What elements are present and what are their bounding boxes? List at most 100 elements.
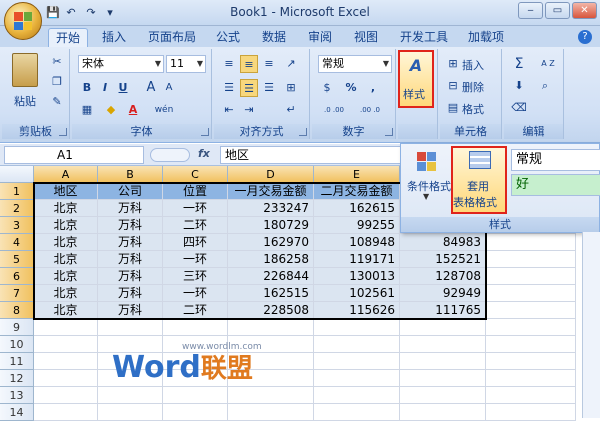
tab-formulas[interactable]: 公式 <box>210 28 246 47</box>
align-top-icon[interactable]: ≡ <box>220 55 238 73</box>
empty-cell[interactable] <box>400 370 486 387</box>
empty-cell[interactable] <box>314 387 400 404</box>
empty-cell[interactable] <box>34 336 98 353</box>
empty-cell[interactable] <box>314 319 400 336</box>
table-cell[interactable]: 119171 <box>314 251 400 268</box>
borders-icon[interactable]: ▦ <box>78 101 96 119</box>
fill-down-icon[interactable]: ⬇ <box>510 77 528 95</box>
row-header[interactable]: 12 <box>0 370 34 387</box>
row-header[interactable]: 6 <box>0 268 34 285</box>
empty-cell[interactable] <box>314 370 400 387</box>
comma-button[interactable]: , <box>364 79 382 97</box>
empty-cell[interactable] <box>98 404 163 421</box>
empty-cell[interactable] <box>34 319 98 336</box>
font-name-select[interactable]: 宋体 ▼ <box>78 55 164 73</box>
table-header-cell[interactable]: 位置 <box>163 183 228 200</box>
wrap-text-icon[interactable]: ↵ <box>282 101 300 119</box>
column-header[interactable]: A <box>34 166 98 183</box>
paste-icon[interactable] <box>12 53 38 87</box>
font-size-select[interactable]: 11 ▼ <box>166 55 206 73</box>
empty-cell[interactable] <box>400 353 486 370</box>
table-cell[interactable]: 226844 <box>228 268 314 285</box>
cut-icon[interactable]: ✂ <box>48 53 66 71</box>
table-cell[interactable]: 北京 <box>34 217 98 234</box>
table-cell[interactable]: 162615 <box>314 200 400 217</box>
row-header[interactable]: 2 <box>0 200 34 217</box>
empty-cell[interactable] <box>314 353 400 370</box>
table-cell[interactable]: 233247 <box>228 200 314 217</box>
percent-button[interactable]: % <box>342 79 360 97</box>
tab-home[interactable]: 开始 <box>48 28 88 47</box>
empty-cell[interactable] <box>400 319 486 336</box>
bold-button[interactable]: B <box>78 79 96 97</box>
table-cell[interactable]: 三环 <box>163 268 228 285</box>
table-header-cell[interactable]: 二月交易金额 <box>314 183 400 200</box>
empty-cell[interactable] <box>486 404 576 421</box>
orientation-icon[interactable]: ↗ <box>282 55 300 73</box>
increase-indent-icon[interactable]: ⇥ <box>240 101 258 119</box>
format-painter-icon[interactable]: ✎ <box>48 93 66 111</box>
align-bottom-icon[interactable]: ≡ <box>260 55 278 73</box>
office-button[interactable] <box>4 2 42 40</box>
tab-view[interactable]: 视图 <box>348 28 384 47</box>
vertical-scrollbar[interactable] <box>582 232 600 418</box>
empty-cell[interactable] <box>228 387 314 404</box>
table-cell[interactable]: 180729 <box>228 217 314 234</box>
font-color-icon[interactable]: A <box>124 101 142 119</box>
copy-icon[interactable]: ❐ <box>48 73 66 91</box>
empty-cell[interactable] <box>98 387 163 404</box>
formula-bar-splitter[interactable] <box>150 148 190 162</box>
phonetic-icon[interactable]: wén <box>152 101 176 119</box>
empty-cell[interactable] <box>486 234 576 251</box>
currency-icon[interactable]: $ <box>318 79 336 97</box>
table-cell[interactable]: 128708 <box>400 268 486 285</box>
empty-cell[interactable] <box>486 302 576 319</box>
table-cell[interactable]: 二环 <box>163 302 228 319</box>
empty-cell[interactable] <box>34 404 98 421</box>
autosum-button[interactable]: Σ <box>510 55 528 73</box>
tab-review[interactable]: 审阅 <box>302 28 338 47</box>
clear-icon[interactable]: ⌫ <box>510 99 528 117</box>
align-middle-icon[interactable]: ≡ <box>240 55 258 73</box>
paste-label[interactable]: 粘贴 <box>14 93 36 109</box>
decrease-indent-icon[interactable]: ⇤ <box>220 101 238 119</box>
table-header-cell[interactable]: 公司 <box>98 183 163 200</box>
table-cell[interactable]: 152521 <box>400 251 486 268</box>
name-box[interactable]: A1 <box>4 146 144 164</box>
table-cell[interactable]: 北京 <box>34 200 98 217</box>
find-select-icon[interactable]: ⌕ <box>536 77 554 95</box>
align-center-icon[interactable]: ☰ <box>240 79 258 97</box>
number-launcher-icon[interactable] <box>385 128 393 136</box>
row-header[interactable]: 3 <box>0 217 34 234</box>
format-cells-button[interactable]: 格式 <box>462 101 484 117</box>
table-cell[interactable]: 北京 <box>34 285 98 302</box>
minimize-button[interactable]: ‒ <box>518 2 543 19</box>
table-cell[interactable]: 一环 <box>163 200 228 217</box>
clipboard-launcher-icon[interactable] <box>59 128 67 136</box>
grow-font-button[interactable]: A <box>142 79 160 97</box>
insert-function-icon[interactable]: fx <box>198 147 210 160</box>
row-header[interactable]: 11 <box>0 353 34 370</box>
align-right-icon[interactable]: ☰ <box>260 79 278 97</box>
table-cell[interactable]: 北京 <box>34 268 98 285</box>
row-header[interactable]: 7 <box>0 285 34 302</box>
tab-page-layout[interactable]: 页面布局 <box>142 28 202 47</box>
help-icon[interactable]: ? <box>578 30 592 44</box>
table-cell[interactable]: 万科 <box>98 217 163 234</box>
column-header[interactable]: E <box>314 166 400 183</box>
delete-cells-button[interactable]: 删除 <box>462 79 484 95</box>
alignment-launcher-icon[interactable] <box>299 128 307 136</box>
table-cell[interactable]: 北京 <box>34 251 98 268</box>
merge-cells-icon[interactable]: ⊞ <box>282 79 300 97</box>
table-cell[interactable]: 万科 <box>98 285 163 302</box>
empty-cell[interactable] <box>163 387 228 404</box>
table-cell[interactable]: 北京 <box>34 302 98 319</box>
empty-cell[interactable] <box>400 336 486 353</box>
table-cell[interactable]: 186258 <box>228 251 314 268</box>
table-cell[interactable]: 万科 <box>98 234 163 251</box>
empty-cell[interactable] <box>34 387 98 404</box>
insert-cells-icon[interactable]: ⊞ <box>444 55 462 73</box>
number-format-select[interactable]: 常规 ▼ <box>318 55 392 73</box>
empty-cell[interactable] <box>486 251 576 268</box>
tab-insert[interactable]: 插入 <box>96 28 132 47</box>
